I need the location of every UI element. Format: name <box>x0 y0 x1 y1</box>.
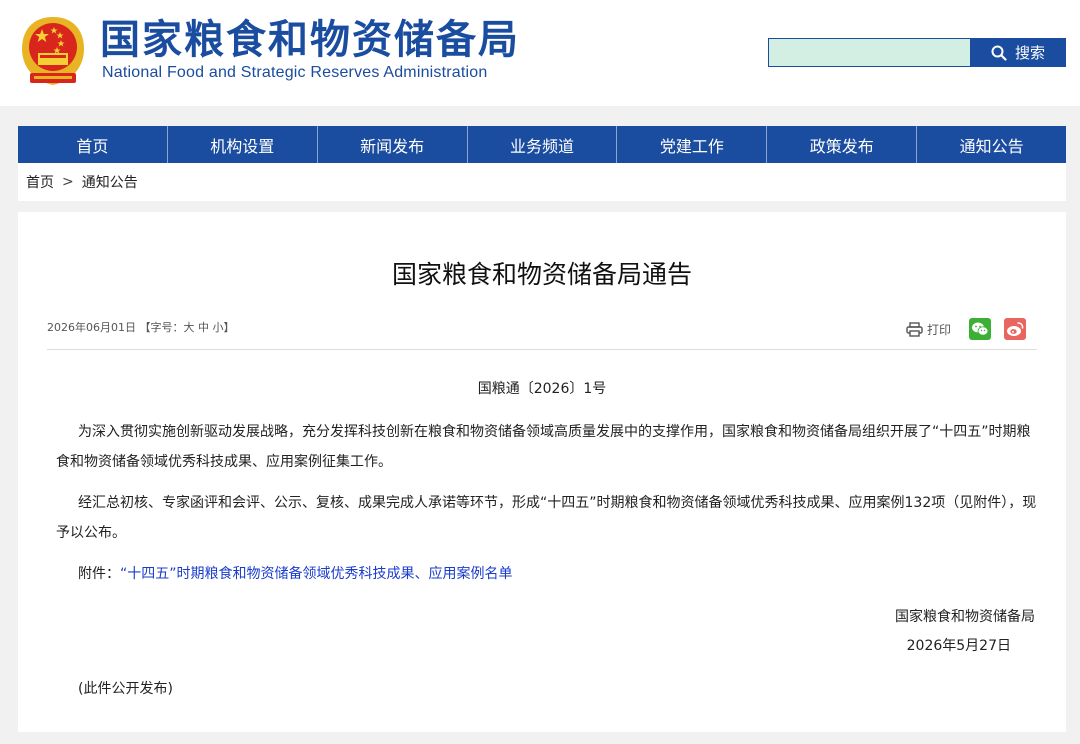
breadcrumb-current-link[interactable]: 通知公告 <box>82 172 138 192</box>
meta-divider <box>47 349 1037 350</box>
attachment-line: 附件：“十四五”时期粮食和物资储备领域优秀科技成果、应用案例名单 <box>78 559 513 589</box>
wechat-icon <box>972 322 989 336</box>
breadcrumb-separator: > <box>62 174 74 190</box>
signature-date: 2026年5月27日 <box>906 638 1011 654</box>
font-size-large-link[interactable]: 大 <box>184 321 195 334</box>
document-number: 国粮通〔2026〕1号 <box>477 381 607 397</box>
nav-item-organization[interactable]: 机构设置 <box>168 126 318 163</box>
main-nav: 首页 机构设置 新闻发布 业务频道 党建工作 政策发布 通知公告 <box>18 126 1066 163</box>
attachment-label: 附件： <box>78 566 120 582</box>
nav-item-home[interactable]: 首页 <box>18 126 168 163</box>
site-header: 国家粮食和物资储备局 National Food and Strategic R… <box>0 0 1080 106</box>
article-title: 国家粮食和物资储备局通告 <box>391 260 692 289</box>
site-name-en[interactable]: National Food and Strategic Reserves Adm… <box>102 64 488 82</box>
font-size-label: 【字号： <box>139 321 184 334</box>
nav-item-notices[interactable]: 通知公告 <box>917 126 1066 163</box>
nav-item-policy[interactable]: 政策发布 <box>767 126 918 163</box>
article-paragraph-1: 为深入贯彻实施创新驱动发展战略，充分发挥科技创新在粮食和物资储备领域高质量发展中… <box>56 424 1031 470</box>
article-container: 国家粮食和物资储备局通告 2026年06月01日 【字号：大 中 小】 打印 国… <box>18 212 1066 732</box>
search-input[interactable] <box>768 38 971 67</box>
search-icon <box>991 45 1007 61</box>
site-name-cn[interactable]: 国家粮食和物资储备局 <box>100 16 520 64</box>
nav-item-party-building[interactable]: 党建工作 <box>617 126 768 163</box>
font-size-small-link[interactable]: 小 <box>213 321 224 334</box>
signature-organization: 国家粮食和物资储备局 <box>895 609 1035 625</box>
search-button-label: 搜索 <box>1014 44 1045 62</box>
font-size-close: 】 <box>223 321 235 334</box>
weibo-share-button[interactable] <box>1004 318 1026 340</box>
font-size-medium-link[interactable]: 中 <box>198 321 209 334</box>
national-emblem-icon[interactable] <box>20 15 86 89</box>
print-icon <box>906 321 923 337</box>
wechat-share-button[interactable] <box>969 318 991 340</box>
weibo-icon <box>1007 322 1024 336</box>
article-tools: 打印 <box>906 317 1026 341</box>
article-meta: 2026年06月01日 【字号：大 中 小】 <box>47 319 235 335</box>
publish-date: 2026年06月01日 <box>47 321 136 334</box>
search-button[interactable]: 搜索 <box>970 38 1066 67</box>
nav-item-news[interactable]: 新闻发布 <box>318 126 468 163</box>
nav-item-business[interactable]: 业务频道 <box>468 126 618 163</box>
article-paragraph-2: 经汇总初核、专家函评和会评、公示、复核、成果完成人承诺等环节，形成“十四五”时期… <box>56 495 1037 541</box>
public-release-note: (此件公开发布) <box>78 681 173 697</box>
attachment-link[interactable]: “十四五”时期粮食和物资储备领域优秀科技成果、应用案例名单 <box>120 566 513 582</box>
breadcrumb-home-link[interactable]: 首页 <box>26 172 54 192</box>
breadcrumb: 首页 > 通知公告 <box>18 163 1066 201</box>
print-label: 打印 <box>926 322 951 337</box>
print-button[interactable]: 打印 <box>906 321 951 338</box>
